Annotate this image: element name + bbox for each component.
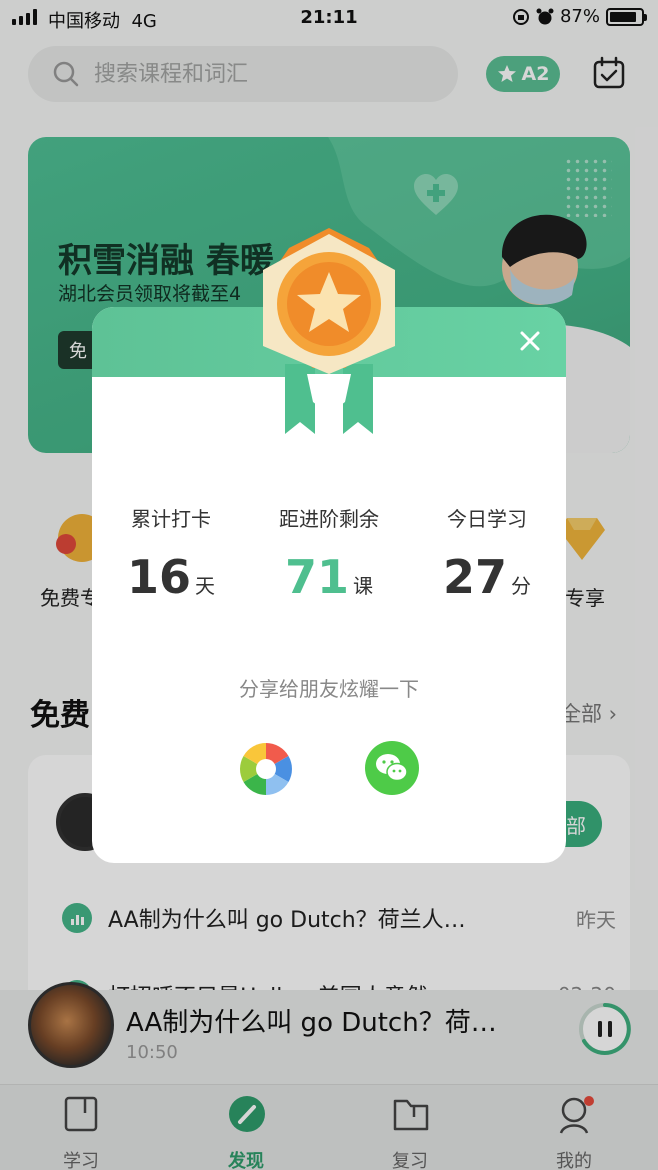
stat-checkin-days: 累计打卡 16 天	[92, 503, 250, 604]
stat-value: 16	[126, 550, 191, 604]
stat-value: 71	[284, 550, 349, 604]
wechat-share-icon[interactable]	[365, 741, 419, 795]
stat-lessons-to-level: 距进阶剩余 71 课	[250, 503, 408, 604]
stat-unit: 天	[195, 574, 215, 598]
wechat-icon	[376, 754, 408, 782]
stat-value: 27	[442, 550, 507, 604]
moments-share-icon[interactable]	[238, 741, 294, 797]
stat-label: 今日学习	[447, 507, 527, 531]
stat-unit: 课	[353, 574, 373, 598]
medal-icon	[263, 228, 395, 434]
stat-label: 累计打卡	[131, 507, 211, 531]
stat-today-minutes: 今日学习 27 分	[408, 503, 566, 604]
stats-row: 累计打卡 16 天 距进阶剩余 71 课 今日学习 27 分	[92, 503, 566, 604]
stat-label: 距进阶剩余	[279, 507, 379, 531]
stat-unit: 分	[511, 574, 531, 598]
close-icon[interactable]	[512, 323, 548, 359]
share-label: 分享给朋友炫耀一下	[239, 677, 419, 701]
